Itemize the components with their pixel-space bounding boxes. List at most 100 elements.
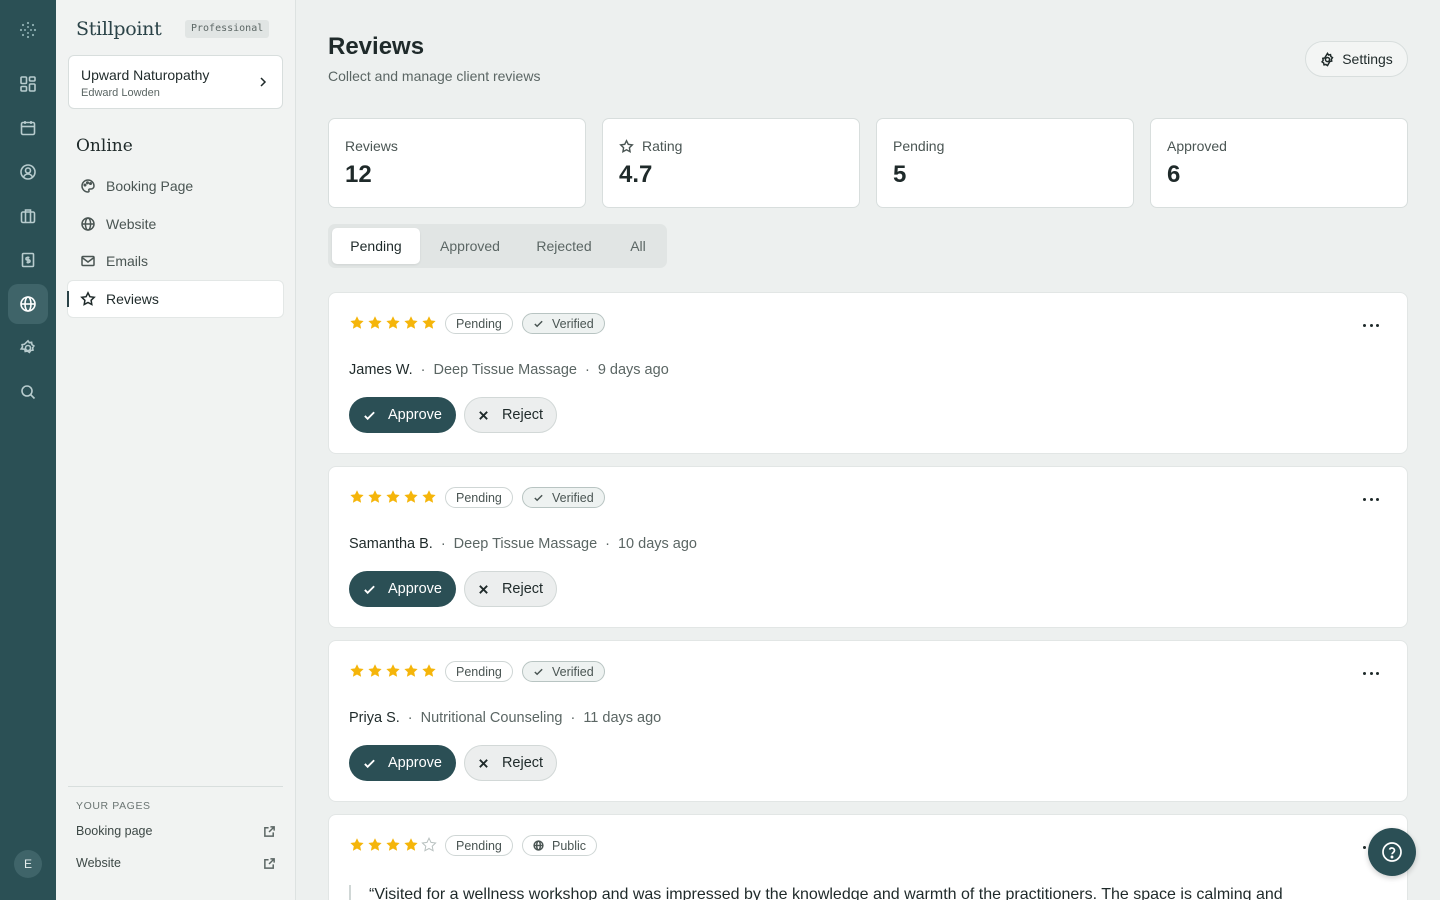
reject-button[interactable]: Reject — [464, 397, 557, 433]
star-filled-icon — [404, 490, 418, 503]
dashboard-icon[interactable] — [8, 64, 48, 104]
more-options-button[interactable] — [1363, 317, 1379, 333]
star-filled-icon — [368, 838, 382, 851]
approve-button[interactable]: Approve — [349, 397, 456, 433]
star-filled-icon — [404, 838, 418, 851]
stat-label-text: Rating — [642, 138, 683, 154]
star-filled-icon — [368, 316, 382, 329]
tab-rejected[interactable]: Rejected — [520, 228, 608, 264]
avatar[interactable]: E — [14, 850, 42, 878]
verified-label: Verified — [552, 664, 594, 679]
review-card: Pending Verified James W. · Deep Tissue … — [328, 292, 1408, 454]
star-filled-icon — [422, 316, 436, 329]
reject-button[interactable]: Reject — [464, 745, 557, 781]
stat-value: 4.7 — [619, 161, 653, 188]
mail-icon — [81, 255, 95, 267]
more-options-button[interactable] — [1363, 491, 1379, 507]
approve-button[interactable]: Approve — [349, 745, 456, 781]
star-rating — [349, 663, 439, 679]
review-card: Pending Verified Priya S. · Nutritional … — [328, 640, 1408, 802]
reject-label: Reject — [501, 407, 544, 423]
settings-button[interactable]: Settings — [1305, 41, 1408, 77]
brand-logo[interactable]: Stillpoint — [76, 18, 162, 40]
stat-card-reviews: Reviews 12 — [328, 118, 586, 208]
tab-pending[interactable]: Pending — [332, 228, 420, 264]
check-icon — [534, 668, 543, 676]
check-icon — [364, 411, 375, 420]
calendar-icon[interactable] — [8, 108, 48, 148]
review-meta: James W. · Deep Tissue Massage · 9 days … — [349, 362, 669, 378]
star-filled-icon — [422, 490, 436, 503]
search-icon[interactable] — [8, 372, 48, 412]
sidebar-item-label: Booking Page — [106, 178, 194, 194]
page-title: Reviews — [328, 33, 425, 60]
status-tabs: Pending Approved Rejected All — [328, 224, 667, 268]
check-icon — [364, 585, 375, 594]
reviewer-name: Priya S. — [349, 710, 400, 726]
page-subtitle: Collect and manage client reviews — [328, 68, 541, 84]
public-badge: Public — [522, 835, 598, 856]
star-icon — [619, 138, 634, 153]
approve-label: Approve — [387, 581, 442, 597]
org-owner: Edward Lowden — [81, 87, 160, 99]
status-badge: Pending — [445, 835, 513, 856]
globe-icon[interactable] — [8, 284, 48, 324]
stat-label: Approved — [1167, 138, 1227, 154]
reject-button[interactable]: Reject — [464, 571, 557, 607]
service-name: Nutritional Counseling — [420, 710, 563, 726]
section-title: Online — [76, 136, 133, 156]
stat-label-text: Reviews — [345, 138, 398, 154]
stat-card-pending: Pending 5 — [876, 118, 1134, 208]
review-quote: “Visited for a wellness workshop and was… — [349, 885, 1389, 900]
invoice-icon[interactable] — [8, 240, 48, 280]
user-circle-icon[interactable] — [8, 152, 48, 192]
apps-icon[interactable] — [18, 20, 38, 40]
main-content: Reviews Collect and manage client review… — [296, 0, 1440, 900]
sidebar: Stillpoint Professional Upward Naturopat… — [56, 0, 296, 900]
sidebar-item-emails[interactable]: Emails — [68, 243, 283, 279]
approve-button[interactable]: Approve — [349, 571, 456, 607]
briefcase-icon[interactable] — [8, 196, 48, 236]
star-filled-icon — [386, 838, 400, 851]
status-badge: Pending — [445, 487, 513, 508]
sidebar-item-label: Website — [106, 216, 157, 232]
page-link-label: Booking page — [76, 824, 153, 838]
stat-value: 5 — [893, 161, 907, 188]
sidebar-item-website[interactable]: Website — [68, 206, 283, 242]
verified-badge: Verified — [522, 661, 605, 682]
gear-icon[interactable] — [8, 328, 48, 368]
page-link-label: Website — [76, 856, 121, 870]
star-filled-icon — [422, 664, 436, 677]
help-button[interactable] — [1368, 828, 1416, 876]
sidebar-item-reviews[interactable]: Reviews — [67, 281, 283, 317]
star-rating — [349, 489, 439, 505]
review-time: 10 days ago — [617, 536, 697, 552]
website-link[interactable]: Website — [76, 856, 276, 870]
icon-rail: E — [0, 0, 56, 900]
tab-approved[interactable]: Approved — [424, 228, 516, 264]
sidebar-item-label: Reviews — [106, 291, 159, 307]
star-empty-icon — [421, 837, 437, 852]
booking-page-link[interactable]: Booking page — [76, 824, 276, 838]
more-options-button[interactable] — [1363, 665, 1379, 681]
review-meta: Samantha B. · Deep Tissue Massage · 10 d… — [349, 536, 697, 552]
tab-all[interactable]: All — [612, 228, 664, 264]
stat-label-text: Pending — [893, 138, 945, 154]
check-icon — [534, 494, 543, 502]
stat-value: 12 — [345, 161, 372, 188]
separator: · — [420, 362, 426, 378]
star-filled-icon — [350, 664, 364, 677]
service-name: Deep Tissue Massage — [433, 362, 577, 378]
status-badge: Pending — [445, 313, 513, 334]
separator: · — [407, 710, 413, 726]
stat-label: Rating — [619, 138, 682, 154]
sidebar-item-booking-page[interactable]: Booking Page — [68, 168, 283, 204]
org-switcher[interactable]: Upward Naturopathy Edward Lowden — [68, 55, 283, 109]
chevron-right-icon — [260, 77, 267, 87]
globe-icon — [533, 840, 544, 851]
stat-label-text: Approved — [1167, 138, 1227, 154]
star-filled-icon — [386, 664, 400, 677]
star-icon — [80, 291, 96, 306]
star-filled-icon — [386, 316, 400, 329]
star-filled-icon — [386, 490, 400, 503]
